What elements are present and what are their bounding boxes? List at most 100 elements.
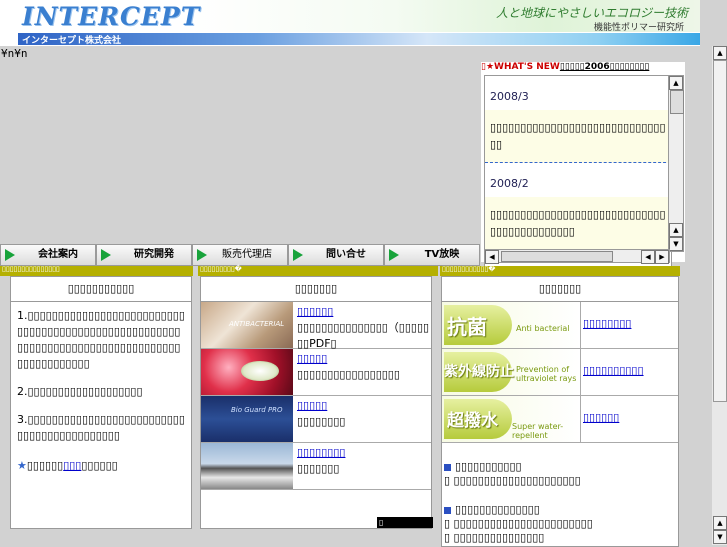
topic-item: 2.▯▯▯▯▯▯▯▯▯▯▯▯▯▯▯▯▯▯▯ bbox=[17, 385, 143, 398]
square-bullet-icon bbox=[444, 463, 451, 471]
product-row: ANTIBACTERIAL ▯▯▯▯▯▯ ▯▯▯▯▯▯▯▯▯▯▯▯▯▯▯（▯▯▯▯… bbox=[201, 302, 431, 352]
product-link[interactable]: ▯▯▯▯▯▯ bbox=[297, 305, 333, 318]
nav-label: 販売代理店 bbox=[222, 249, 272, 260]
product-text: ▯▯▯▯▯ ▯▯▯▯▯▯▯▯ bbox=[297, 398, 431, 430]
badge-english: Prevention of ultraviolet rays bbox=[516, 365, 577, 383]
topic-footer-link[interactable]: ▯▯▯ bbox=[63, 459, 81, 472]
image-caption: ANTIBACTERIAL bbox=[229, 320, 285, 328]
panel-footer-bar: ▯ bbox=[377, 517, 433, 528]
star-icon: ★ bbox=[17, 459, 27, 472]
product-image-bioguard[interactable]: Bio Guard PRO bbox=[201, 396, 293, 442]
play-arrow-icon bbox=[293, 249, 303, 261]
panel-header: ▯▯▯▯▯▯▯▯▯▯▯ bbox=[11, 277, 191, 302]
arrow-left-icon[interactable]: ◀ bbox=[641, 250, 655, 264]
list-head: ▯▯▯▯▯▯▯▯▯▯▯ bbox=[444, 460, 581, 474]
tech-row: 紫外線防止 Prevention of ultraviolet rays ▯▯▯… bbox=[442, 349, 678, 396]
arrow-left-icon[interactable]: ◀ bbox=[485, 250, 499, 264]
topic-footer-text: ▯▯▯▯▯▯ bbox=[81, 459, 118, 472]
section-bar-label: ▯▯▯▯▯▯▯▯▯▯▯▯� bbox=[442, 265, 496, 273]
tech-list: ▯▯▯▯▯▯▯▯▯▯▯▯▯▯ ▯ ▯▯▯▯▯▯▯▯▯▯▯▯▯▯▯▯▯▯▯▯▯▯▯… bbox=[444, 503, 593, 545]
nav-dealers[interactable]: 販売代理店 bbox=[192, 244, 288, 266]
list-item: ▯ ▯▯▯▯▯▯▯▯▯▯▯▯▯▯▯ bbox=[444, 531, 545, 544]
product-text: ▯▯▯▯▯▯ ▯▯▯▯▯▯▯▯▯▯▯▯▯▯▯（▯▯▯▯▯▯▯PDF▯ bbox=[297, 304, 431, 352]
play-arrow-icon bbox=[197, 249, 207, 261]
product-text: ▯▯▯▯▯▯▯▯ ▯▯▯▯▯▯▯ bbox=[297, 445, 431, 477]
nav-label: 会社案内 bbox=[38, 249, 78, 260]
list-item: ▯ ▯▯▯▯▯▯▯▯▯▯▯▯▯▯▯▯▯▯▯▯▯▯▯ bbox=[444, 517, 593, 530]
water-drop-shape bbox=[241, 361, 279, 381]
product-row: ▯▯▯▯▯▯▯▯ ▯▯▯▯▯▯▯ bbox=[201, 443, 431, 490]
scroll-thumb[interactable] bbox=[713, 60, 727, 402]
nav-label: TV放映 bbox=[424, 249, 460, 260]
intercept-logo[interactable]: INTERCEPT bbox=[22, 2, 199, 32]
nav-tv[interactable]: TV放映 bbox=[384, 244, 480, 266]
product-desc: ▯▯▯▯▯▯▯▯▯▯▯▯▯▯▯（▯▯▯▯▯▯▯PDF▯ bbox=[297, 321, 430, 350]
section-bar-left: ▯▯▯▯▯▯▯▯▯▯▯▯▯▯▯ bbox=[0, 265, 193, 276]
whats-new-title: ▯★WHAT'S NEW▯▯▯▯▯2006▯▯▯▯▯▯▯▯ bbox=[481, 62, 685, 75]
scroll-thumb[interactable] bbox=[501, 251, 613, 262]
nav-label: 研究開発 bbox=[134, 249, 174, 260]
product-link[interactable]: ▯▯▯▯▯▯▯▯ bbox=[297, 446, 345, 459]
topic-footer: ★▯▯▯▯▯▯▯▯▯▯▯▯▯▯▯ bbox=[11, 458, 191, 474]
topic-item: 3.▯▯▯▯▯▯▯▯▯▯▯▯▯▯▯▯▯▯▯▯▯▯▯▯▯▯▯▯▯▯▯▯▯▯▯▯▯▯… bbox=[17, 413, 185, 442]
badge-kanji: 超撥水 bbox=[447, 411, 498, 431]
news-text: ▯▯▯▯▯▯▯▯▯▯▯▯▯▯▯▯▯▯▯▯▯▯▯▯▯▯▯▯▯▯▯ bbox=[485, 110, 671, 163]
nav-company[interactable]: 会社案内 bbox=[0, 244, 96, 266]
product-text: ▯▯▯▯▯ ▯▯▯▯▯▯▯▯▯▯▯▯▯▯▯▯▯ bbox=[297, 351, 431, 383]
arrow-right-icon[interactable]: ▶ bbox=[655, 250, 669, 264]
list-item: ▯ ▯▯▯▯▯▯▯▯▯▯▯▯▯▯▯▯▯▯▯▯▯ bbox=[444, 474, 581, 487]
news-date: 2008/3 bbox=[490, 90, 529, 103]
badge-english: Anti bacterial bbox=[516, 324, 570, 333]
product-row: ▯▯▯▯▯ ▯▯▯▯▯▯▯▯▯▯▯▯▯▯▯▯▯ bbox=[201, 349, 431, 396]
product-desc: ▯▯▯▯▯▯▯ bbox=[297, 462, 340, 475]
nav-research[interactable]: 研究開発 bbox=[96, 244, 192, 266]
section-bar-right: ▯▯▯▯▯▯▯▯▯▯▯▯� bbox=[440, 265, 680, 276]
play-arrow-icon bbox=[389, 249, 399, 261]
arrow-down-icon[interactable]: ▼ bbox=[713, 530, 727, 544]
arrow-up-icon[interactable]: ▲ bbox=[669, 223, 683, 237]
panel-header: ▯▯▯▯▯▯▯ bbox=[442, 277, 678, 302]
nav-label: 問い合せ bbox=[326, 249, 366, 260]
product-image-interior[interactable]: ANTIBACTERIAL bbox=[201, 302, 293, 348]
scroll-thumb[interactable] bbox=[670, 90, 684, 114]
tech-badge-uv[interactable]: 紫外線防止 Prevention of ultraviolet rays bbox=[442, 349, 581, 395]
square-bullet-icon bbox=[444, 506, 451, 514]
arrow-down-icon[interactable]: ▼ bbox=[669, 237, 683, 251]
header-tagline: 人と地球にやさしいエコロジー技術 bbox=[496, 6, 689, 20]
arrow-up-icon[interactable]: ▲ bbox=[669, 76, 683, 90]
list-head-text: ▯▯▯▯▯▯▯▯▯▯▯▯▯▯ bbox=[455, 503, 540, 516]
product-row: Bio Guard PRO ▯▯▯▯▯ ▯▯▯▯▯▯▯▯ bbox=[201, 396, 431, 443]
play-arrow-icon bbox=[101, 249, 111, 261]
product-image-building[interactable] bbox=[201, 443, 293, 489]
tech-link[interactable]: ▯▯▯▯▯▯▯▯ bbox=[583, 317, 631, 330]
product-link[interactable]: ▯▯▯▯▯ bbox=[297, 399, 327, 412]
product-link[interactable]: ▯▯▯▯▯ bbox=[297, 352, 327, 365]
whats-new-link[interactable]: ▯▯▯▯▯2006▯▯▯▯▯▯▯▯ bbox=[560, 62, 649, 72]
section-bar-label: ▯▯▯▯▯▯▯▯▯� bbox=[200, 265, 242, 273]
play-arrow-icon bbox=[5, 249, 15, 261]
image-caption: Bio Guard PRO bbox=[231, 406, 283, 414]
tech-link[interactable]: ▯▯▯▯▯▯▯▯▯▯ bbox=[583, 364, 644, 377]
tech-row: 超撥水 Super water-repellent ▯▯▯▯▯▯ bbox=[442, 396, 678, 443]
section-bar-middle: ▯▯▯▯▯▯▯▯▯� bbox=[198, 265, 438, 276]
arrow-up-icon[interactable]: ▲ bbox=[713, 516, 727, 530]
tech-badge-water[interactable]: 超撥水 Super water-repellent bbox=[442, 396, 581, 442]
badge-kanji: 紫外線防止 bbox=[444, 364, 514, 380]
badge-english: Super water-repellent bbox=[512, 422, 564, 440]
news-horizontal-scrollbar[interactable]: ◀ ◀ ▶ bbox=[484, 249, 670, 264]
page-vertical-scrollbar[interactable]: ▲ ▲ ▼ bbox=[712, 46, 727, 545]
nav-contact[interactable]: 問い合せ bbox=[288, 244, 384, 266]
product-desc: ▯▯▯▯▯▯▯▯▯▯▯▯▯▯▯▯▯ bbox=[297, 368, 400, 381]
news-text: ▯▯▯▯▯▯▯▯▯▯▯▯▯▯▯▯▯▯▯▯▯▯▯▯▯▯▯▯▯▯▯▯▯▯▯▯▯▯▯▯… bbox=[485, 197, 671, 250]
news-date: 2008/2 bbox=[490, 177, 529, 190]
news-vertical-scrollbar[interactable]: ▲ ▲ ▼ bbox=[668, 75, 684, 252]
product-desc: ▯▯▯▯▯▯▯▯ bbox=[297, 415, 346, 428]
tech-list: ▯▯▯▯▯▯▯▯▯▯▯ ▯ ▯▯▯▯▯▯▯▯▯▯▯▯▯▯▯▯▯▯▯▯▯ bbox=[444, 460, 581, 488]
list-head-text: ▯▯▯▯▯▯▯▯▯▯▯ bbox=[455, 460, 522, 473]
whats-new-label: ▯★WHAT'S NEW bbox=[481, 62, 560, 72]
topic-item: 1.▯▯▯▯▯▯▯▯▯▯▯▯▯▯▯▯▯▯▯▯▯▯▯▯▯▯▯▯▯▯▯▯▯▯▯▯▯▯… bbox=[17, 309, 185, 370]
tech-badge-antibacterial[interactable]: 抗菌 Anti bacterial bbox=[442, 302, 581, 348]
tech-link[interactable]: ▯▯▯▯▯▯ bbox=[583, 411, 619, 424]
arrow-up-icon[interactable]: ▲ bbox=[713, 46, 727, 60]
product-image-waterdrop[interactable] bbox=[201, 349, 293, 395]
